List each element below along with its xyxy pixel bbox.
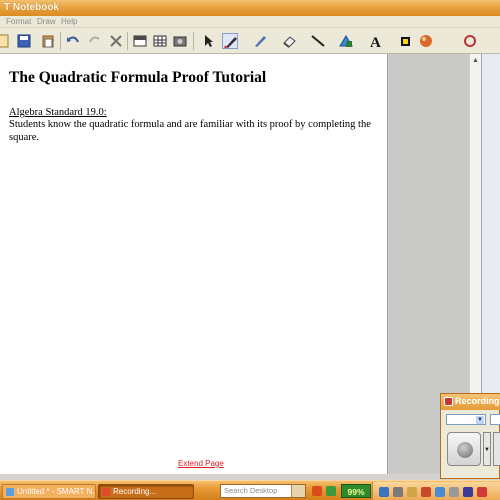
creative-pen-icon[interactable] [252,33,268,49]
select-icon[interactable] [200,33,216,49]
taskbar: Untitled * - SMART N... Recording... Sea… [0,480,500,500]
recorder-icon [444,397,453,406]
taskbar-item-label: Untitled * - SMART N... [17,487,96,496]
undo-icon[interactable] [65,33,81,49]
page-title: The Quadratic Formula Proof Tutorial [9,69,267,86]
battery-indicator[interactable]: 99% [341,484,371,498]
notebook-page[interactable]: The Quadratic Formula Proof Tutorial Alg… [0,54,388,474]
tray-icon[interactable] [477,487,487,497]
tray-icon[interactable] [421,487,431,497]
stop-button[interactable] [493,432,500,466]
toolbar-separator [127,32,128,50]
toolbar-separator [60,32,61,50]
taskbar-item-label: Recording... [113,487,157,496]
recorder-option-select[interactable] [490,414,500,425]
capture-icon[interactable] [172,33,188,49]
pen-icon[interactable] [222,33,238,49]
recorder-icon [102,488,110,496]
window-title: T Notebook [4,2,59,13]
standard-heading: Algebra Standard 19.0: [9,107,107,118]
search-icon[interactable] [291,485,305,497]
shape-icon[interactable] [338,33,354,49]
tray-icon[interactable] [407,487,417,497]
properties-icon[interactable] [418,33,434,49]
recorder-title-bar: Recording... [441,394,500,410]
tray-network-icon[interactable] [326,486,336,496]
extend-page-link[interactable]: Extend Page [178,459,224,468]
recorder-window: Recording... ▼ ▼ [440,393,500,479]
toolbar: A [0,28,500,54]
taskbar-item-recording[interactable]: Recording... [98,484,194,499]
recorder-source-select[interactable]: ▼ [446,414,486,425]
screen-shade-icon[interactable] [132,33,148,49]
table-icon[interactable] [152,33,168,49]
new-page-icon[interactable] [0,33,12,49]
eraser-icon[interactable] [281,33,297,49]
menu-help[interactable]: Help [61,17,77,26]
record-icon [457,442,473,458]
line-icon[interactable] [310,33,326,49]
menu-format[interactable]: Format [6,17,31,26]
text-icon[interactable]: A [368,33,384,49]
toolbar-separator [193,32,194,50]
redo-icon[interactable] [87,33,103,49]
smart-notebook-icon [6,488,14,496]
menu-bar: Format Draw Help [0,16,500,28]
chevron-down-icon[interactable]: ▼ [476,416,484,424]
menu-draw[interactable]: Draw [37,17,56,26]
record-button[interactable] [447,432,481,466]
move-toolbar-icon[interactable] [462,33,478,49]
tray-icon[interactable] [449,487,459,497]
record-options-dropdown[interactable]: ▼ [483,432,491,466]
tray-icon[interactable] [393,487,403,497]
delete-icon[interactable] [108,33,124,49]
tray-icon[interactable] [463,487,473,497]
standard-description: Students know the quadratic formula and … [9,119,371,143]
tray-icon[interactable] [435,487,445,497]
svg-text:A: A [370,35,381,49]
tray-app-icon[interactable] [312,486,322,496]
scroll-up-icon[interactable]: ▲ [472,57,479,64]
fill-icon[interactable] [398,33,414,49]
recorder-title: Recording... [455,396,500,406]
save-icon[interactable] [16,33,32,49]
title-bar: T Notebook [0,0,500,16]
tray-icon[interactable] [379,487,389,497]
system-tray [372,482,500,500]
paste-icon[interactable] [40,33,56,49]
taskbar-item-notebook[interactable]: Untitled * - SMART N... [2,484,96,499]
